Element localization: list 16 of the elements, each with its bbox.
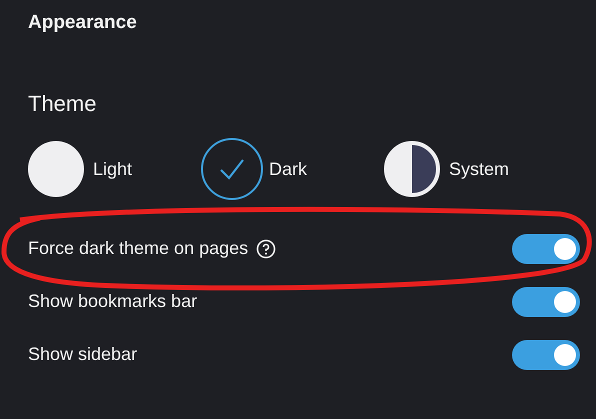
theme-option-label[interactable]: Light	[93, 156, 132, 182]
setting-label: Show bookmarks bar	[28, 290, 198, 313]
setting-label: Force dark theme on pages	[28, 237, 248, 260]
theme-option-label[interactable]: System	[449, 156, 510, 182]
help-icon[interactable]	[256, 238, 276, 258]
toggle-switch[interactable]	[512, 286, 580, 316]
theme-label: Theme	[28, 90, 98, 118]
setting-label: Show sidebar	[28, 343, 138, 366]
theme-option-label[interactable]: Dark	[269, 156, 308, 182]
theme-swatch-ring[interactable]	[201, 138, 263, 200]
section-title: Appearance	[28, 11, 138, 35]
theme-swatch-ring[interactable]	[381, 138, 443, 200]
check-icon	[219, 158, 245, 180]
half-circle-icon	[384, 141, 440, 197]
toggle-switch[interactable]	[512, 234, 580, 264]
toggle-switch[interactable]	[512, 340, 580, 370]
